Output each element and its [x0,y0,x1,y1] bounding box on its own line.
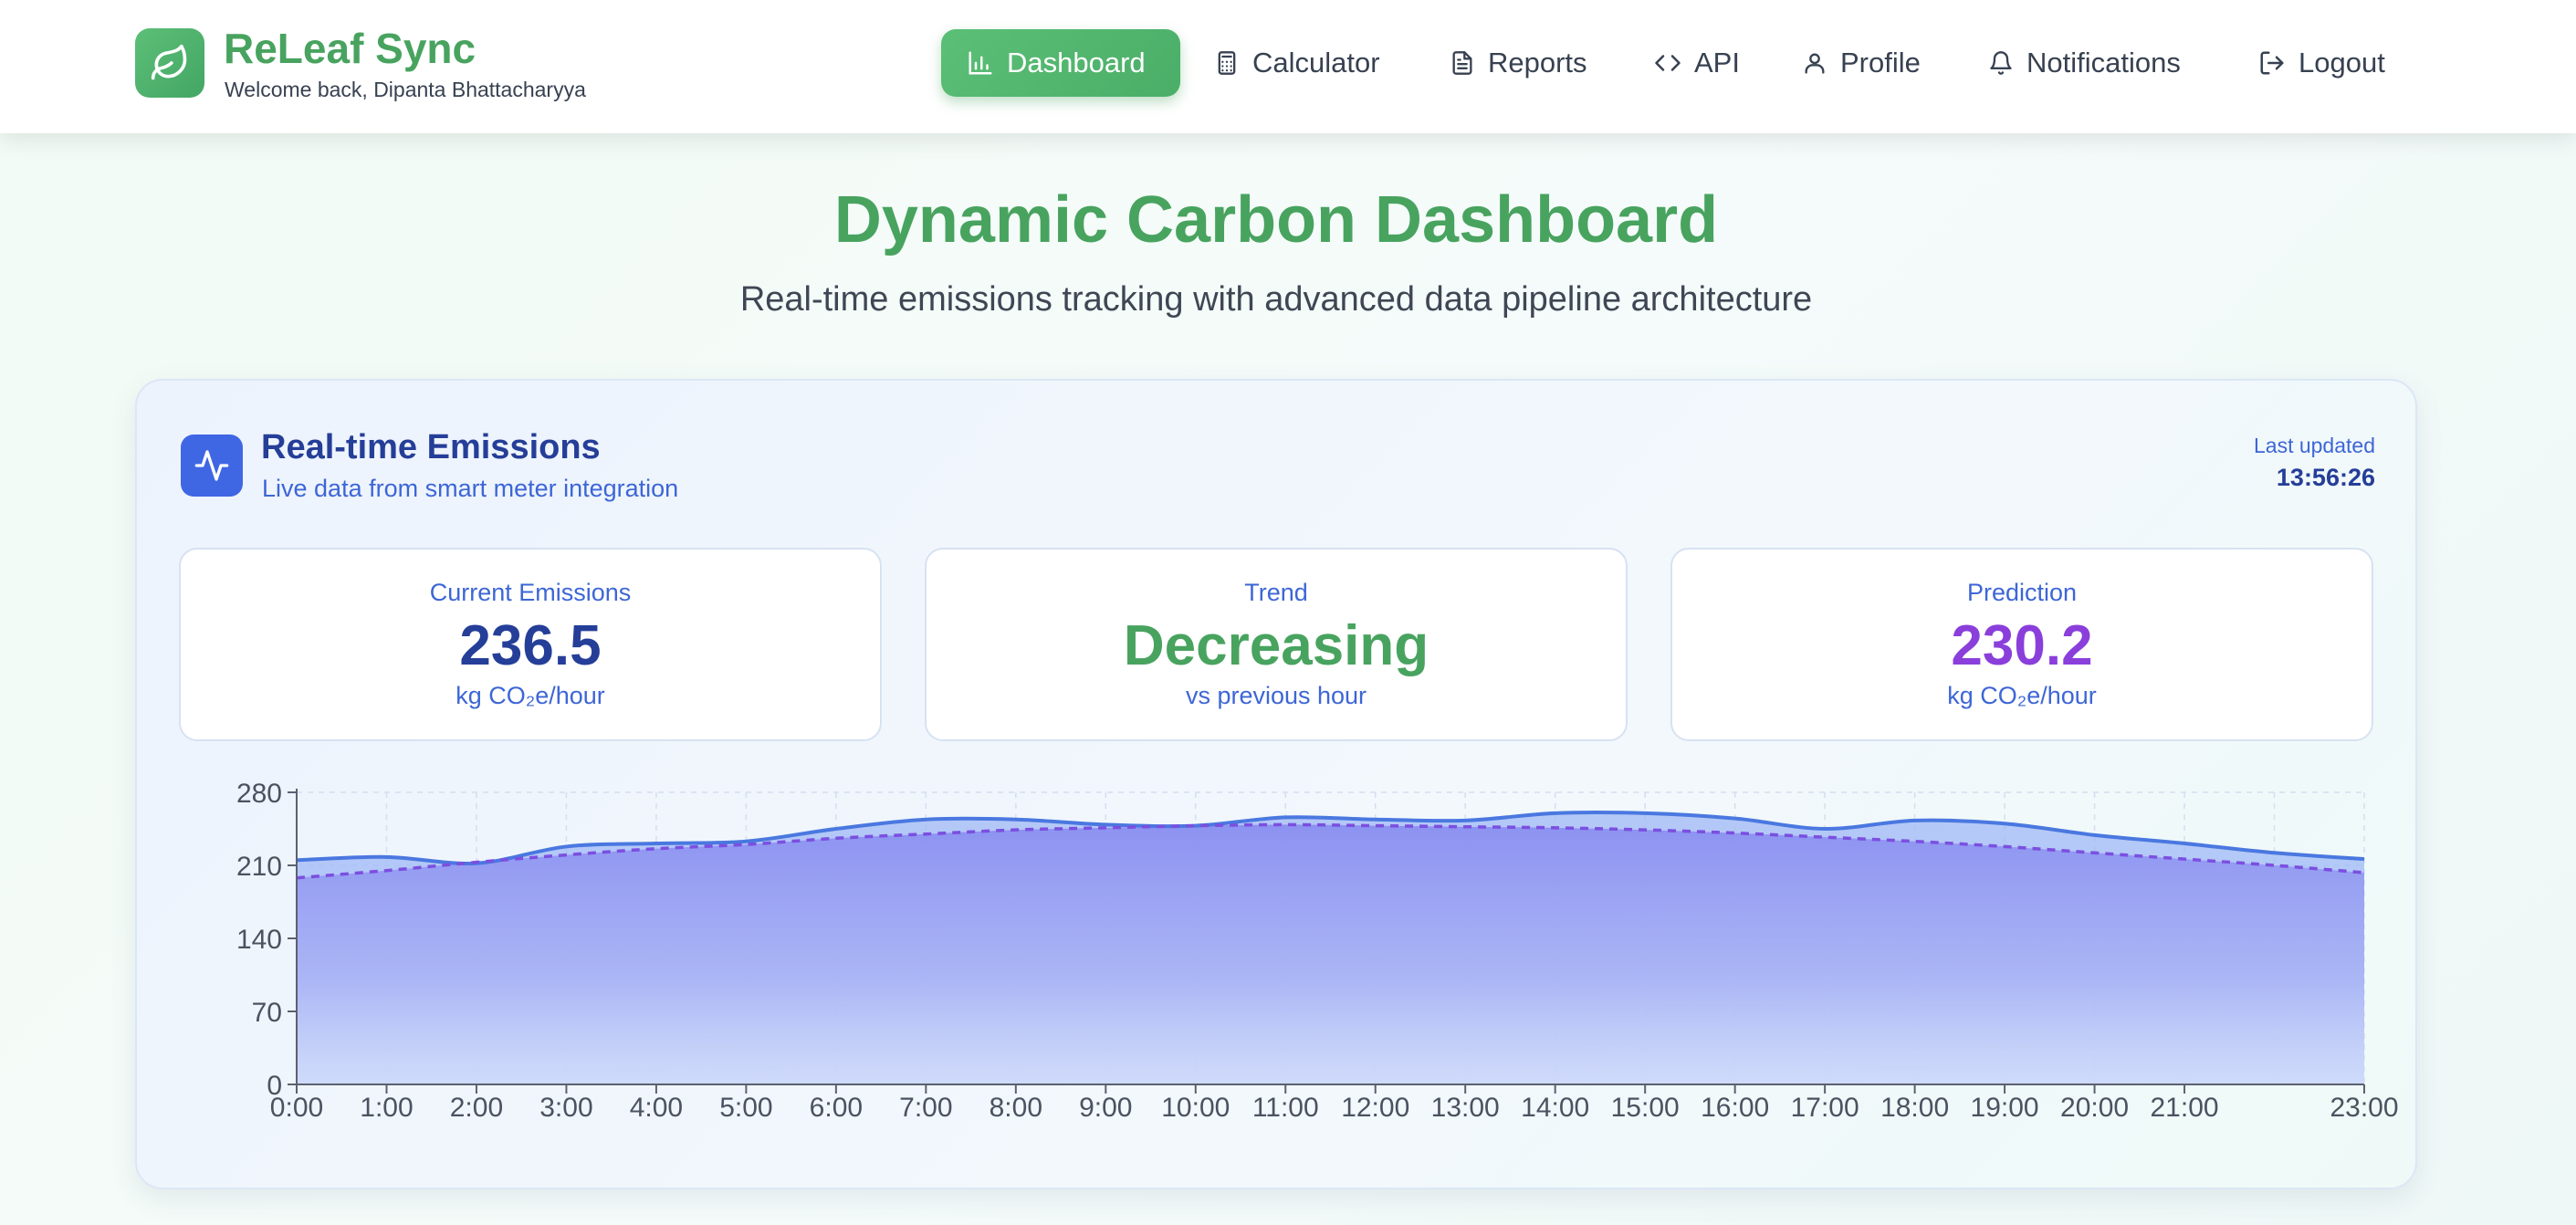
nav-notifications[interactable]: Notifications [1988,29,2181,97]
predicted-area [297,824,2364,1084]
nav-logout[interactable]: Logout [2258,29,2385,97]
x-tick-label: 19:00 [1971,1093,2039,1123]
nav-dashboard[interactable]: Dashboard [941,29,1180,97]
nav-profile-label: Profile [1840,47,1921,79]
x-tick-label: 23:00 [2330,1093,2398,1123]
x-tick-label: 15:00 [1611,1093,1680,1123]
logout-icon [2260,51,2284,75]
x-tick-label: 9:00 [1079,1093,1132,1123]
welcome-message: Welcome back, Dipanta Bhattacharyya [225,78,586,101]
nav-calculator[interactable]: Calculator [1214,29,1380,97]
x-tick-label: 13:00 [1431,1093,1500,1123]
y-tick-label: 70 [252,998,282,1028]
y-tick-label: 140 [236,925,282,955]
file-text-icon [1452,51,1472,75]
x-tick-label: 10:00 [1161,1093,1230,1123]
x-tick-label: 2:00 [450,1093,503,1123]
emissions-chart: 0701402102800:00 1:00 2:00 3:00 4:00 5:00 6:00… [236,779,2399,1123]
nav-logout-label: Logout [2299,47,2385,79]
x-tick-label: 5:00 [719,1093,772,1123]
bell-icon [1990,51,2012,75]
x-tick-label: 0:00 [270,1093,323,1123]
x-tick-label: 17:00 [1791,1093,1859,1123]
x-tick-label: 21:00 [2151,1093,2219,1123]
nav-dashboard-label: Dashboard [1007,47,1146,79]
y-tick-label: 280 [236,779,282,809]
nav-api-label: API [1694,47,1740,79]
code-icon [1655,55,1681,71]
y-tick-label: 210 [236,852,282,882]
top-navbar: ReLeaf Sync Welcome back, Dipanta Bhatta… [0,0,2576,133]
nav-profile[interactable]: Profile [1802,29,1921,97]
calculator-icon [1218,51,1236,75]
nav-api[interactable]: API [1654,29,1740,97]
x-tick-label: 11:00 [1252,1093,1319,1123]
nav-reports-label: Reports [1488,47,1587,79]
x-tick-label: 18:00 [1880,1093,1949,1123]
x-tick-label: 3:00 [539,1093,592,1123]
x-tick-label: 8:00 [990,1093,1042,1123]
nav-notifications-label: Notifications [2026,47,2181,79]
user-icon [1805,53,1825,74]
x-tick-label: 12:00 [1341,1093,1409,1123]
leaf-logo-icon[interactable] [135,28,204,98]
x-tick-label: 4:00 [630,1093,683,1123]
x-tick-label: 16:00 [1701,1093,1769,1123]
x-tick-label: 1:00 [360,1093,413,1123]
nav-calculator-label: Calculator [1252,47,1380,79]
brand-name[interactable]: ReLeaf Sync [224,24,476,73]
x-tick-label: 14:00 [1521,1093,1589,1123]
bar-chart-icon [969,51,992,75]
x-tick-label: 7:00 [899,1093,952,1123]
x-tick-label: 20:00 [2060,1093,2129,1123]
x-tick-label: 6:00 [810,1093,863,1123]
nav-reports[interactable]: Reports [1450,29,1587,97]
